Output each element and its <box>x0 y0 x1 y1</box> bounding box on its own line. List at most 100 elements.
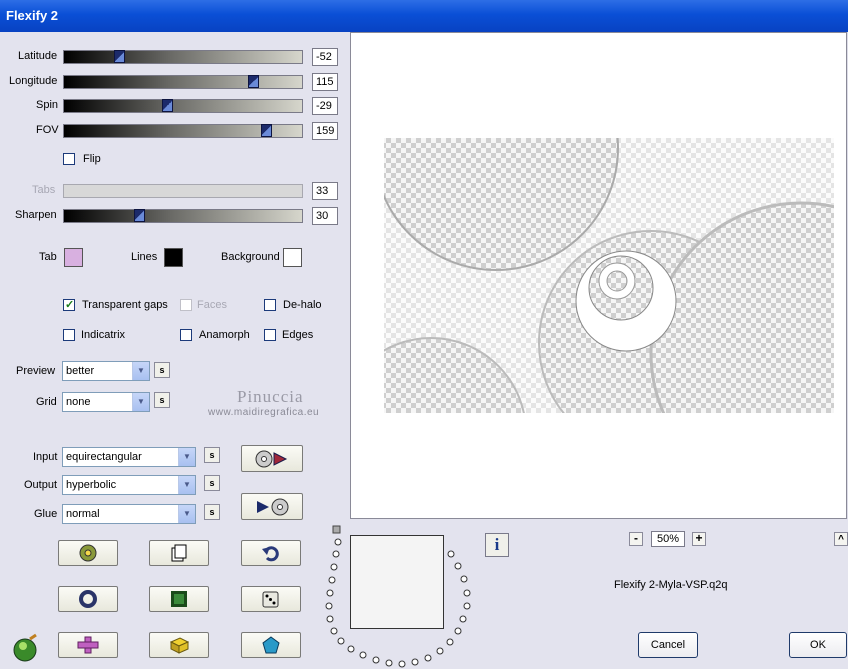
navigator-thumbnail[interactable] <box>350 535 444 629</box>
cube-button[interactable] <box>149 632 209 658</box>
grid-select-value: none <box>66 396 91 408</box>
cube-icon <box>169 637 190 654</box>
output-select-label: Output <box>24 479 58 491</box>
output-s-button[interactable]: s <box>204 475 220 491</box>
anamorph-checkbox[interactable] <box>180 329 192 341</box>
cross-button[interactable] <box>58 632 118 658</box>
fov-slider[interactable] <box>63 124 303 138</box>
sharpen-slider[interactable] <box>63 209 303 223</box>
preview-s-button[interactable]: s <box>154 362 170 378</box>
fov-value[interactable]: 159 <box>312 122 338 140</box>
input-select-value: equirectangular <box>66 451 142 463</box>
dice-icon <box>262 591 279 608</box>
tabs-value[interactable]: 33 <box>312 182 338 200</box>
spin-slider[interactable] <box>63 99 303 113</box>
longitude-thumb[interactable] <box>248 75 259 88</box>
lines-color-swatch[interactable] <box>164 248 183 267</box>
longitude-value[interactable]: 115 <box>312 73 338 91</box>
lines-color-label: Lines <box>131 251 158 263</box>
chevron-down-icon: ▼ <box>132 393 149 411</box>
frame-icon <box>171 591 187 607</box>
ring-button[interactable] <box>58 586 118 612</box>
info-icon: i <box>494 535 500 554</box>
copy-button[interactable] <box>149 540 209 566</box>
tabs-label: Tabs <box>32 184 56 196</box>
dice-button[interactable] <box>241 586 301 612</box>
zoom-level: 50% <box>651 531 685 547</box>
indicatrix-label: Indicatrix <box>81 329 126 341</box>
longitude-label: Longitude <box>9 75 58 87</box>
glue-select[interactable]: normal ▼ <box>62 504 196 524</box>
input-s-button[interactable]: s <box>204 447 220 463</box>
glue-select-value: normal <box>66 508 100 520</box>
latitude-slider[interactable] <box>63 50 303 64</box>
input-to-output-button[interactable] <box>241 445 303 472</box>
gem-button[interactable] <box>241 632 301 658</box>
tab-color-label: Tab <box>39 251 57 263</box>
indicatrix-checkbox[interactable] <box>63 329 75 341</box>
glue-s-button[interactable]: s <box>204 504 220 520</box>
flip-checkbox[interactable] <box>63 153 75 165</box>
latitude-value[interactable]: -52 <box>312 48 338 66</box>
chevron-down-icon: ▼ <box>178 505 195 523</box>
latitude-label: Latitude <box>18 50 58 62</box>
output-select[interactable]: hyperbolic ▼ <box>62 475 196 495</box>
edges-checkbox[interactable] <box>264 329 276 341</box>
preview-select-value: better <box>66 365 95 377</box>
logo-icon <box>10 633 40 666</box>
sharpen-value[interactable]: 30 <box>312 207 338 225</box>
arrow-disc-icon <box>257 498 289 515</box>
cross-icon <box>77 636 99 654</box>
check-icon: ✓ <box>65 299 75 311</box>
preview-image <box>384 138 834 413</box>
ring-icon <box>79 590 97 608</box>
transparent-gaps-label: Transparent gaps <box>82 299 168 311</box>
zoom-in-button[interactable]: + <box>692 532 706 546</box>
cancel-button[interactable]: Cancel <box>638 632 698 658</box>
latitude-thumb[interactable] <box>114 50 125 63</box>
copy-icon <box>171 544 187 562</box>
grid-select[interactable]: none ▼ <box>62 392 150 412</box>
longitude-slider[interactable] <box>63 75 303 89</box>
grid-s-button[interactable]: s <box>154 392 170 408</box>
scroll-up-button[interactable]: ^ <box>834 532 848 546</box>
chevron-down-icon: ▼ <box>132 362 149 380</box>
preview-canvas[interactable] <box>350 32 847 519</box>
input-select[interactable]: equirectangular ▼ <box>62 447 196 467</box>
preset-filename: Flexify 2-Myla-VSP.q2q <box>614 579 728 591</box>
edges-label: Edges <box>282 329 314 341</box>
input-select-label: Input <box>33 451 58 463</box>
sharpen-thumb[interactable] <box>134 209 145 222</box>
undo-icon <box>262 546 279 562</box>
tabs-slider <box>63 184 303 198</box>
output-select-value: hyperbolic <box>66 479 117 491</box>
chevron-down-icon: ▼ <box>178 448 195 466</box>
undo-button[interactable] <box>241 540 301 566</box>
ok-button[interactable]: OK <box>789 632 847 658</box>
zoom-out-button[interactable]: - <box>629 532 643 546</box>
anamorph-label: Anamorph <box>199 329 250 341</box>
background-color-label: Background <box>221 251 280 263</box>
info-button[interactable]: i <box>485 533 509 557</box>
spin-value[interactable]: -29 <box>312 97 338 115</box>
glue-select-label: Glue <box>34 508 58 520</box>
output-to-input-button[interactable] <box>241 493 303 520</box>
gear-icon <box>79 544 97 562</box>
gem-icon <box>262 636 280 654</box>
dehalo-checkbox[interactable] <box>264 299 276 311</box>
disc-arrow-icon <box>255 450 288 467</box>
watermark-url: www.maidiregrafica.eu <box>208 407 320 418</box>
transparent-gaps-checkbox[interactable]: ✓ <box>63 299 75 311</box>
tab-color-swatch[interactable] <box>64 248 83 267</box>
chevron-down-icon: ▼ <box>178 476 195 494</box>
grid-select-label: Grid <box>36 396 57 408</box>
gear-button[interactable] <box>58 540 118 566</box>
dehalo-label: De-halo <box>283 299 322 311</box>
watermark-name: Pinuccia <box>237 387 304 406</box>
frame-button[interactable] <box>149 586 209 612</box>
window-title: Flexify 2 <box>6 8 59 23</box>
fov-thumb[interactable] <box>261 124 272 137</box>
preview-select[interactable]: better ▼ <box>62 361 150 381</box>
spin-thumb[interactable] <box>162 99 173 112</box>
background-color-swatch[interactable] <box>283 248 302 267</box>
